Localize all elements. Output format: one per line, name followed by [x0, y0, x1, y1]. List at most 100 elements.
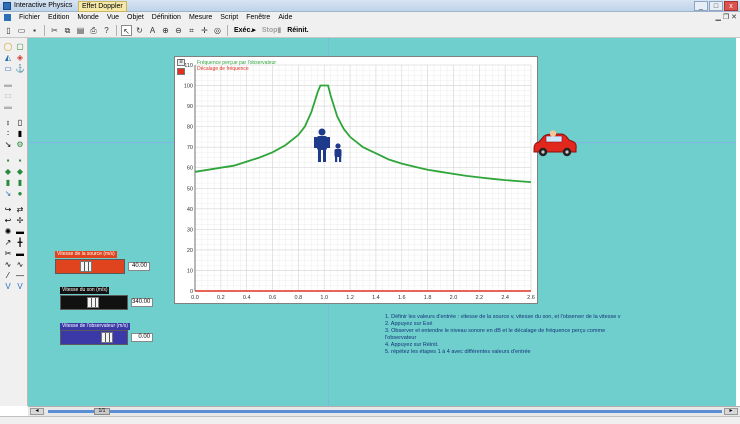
y-tick-label: 20 [187, 248, 193, 254]
run-button[interactable]: Exéc.▸ [232, 26, 258, 34]
actuator-tool-icon[interactable]: ▪ [15, 156, 25, 165]
rod-tool-icon[interactable]: ▮ [15, 178, 25, 187]
frame-scrollbar[interactable]: ◂ 1/1 ▸ [28, 406, 740, 416]
slot-tool-icon[interactable]: ▯ [15, 118, 25, 127]
gear-tool-icon[interactable]: ⚙ [15, 140, 25, 149]
pin-joint-icon[interactable]: ∶ [3, 129, 13, 138]
zoom-in-icon[interactable]: ⊕ [160, 25, 171, 36]
square-tool-icon[interactable]: ▢ [15, 42, 25, 51]
menu-edition[interactable]: Edition [44, 12, 73, 23]
doc-minimize-icon[interactable]: ▁ [715, 13, 720, 21]
slider-knob[interactable] [101, 332, 113, 343]
open-folder-icon[interactable]: ▭ [16, 25, 27, 36]
menu-fichier[interactable]: Fichier [15, 12, 44, 23]
source-speed-slider[interactable] [55, 259, 125, 274]
menu-control-icon[interactable]: ✂ [3, 249, 13, 258]
close-button[interactable]: x [724, 1, 738, 11]
meter-tool-icon[interactable]: ↩ [3, 216, 13, 225]
save-icon[interactable]: ▪ [29, 25, 40, 36]
line-tool-icon[interactable]: ⁄ [3, 271, 13, 280]
separator-tool-icon[interactable]: ↘ [3, 189, 13, 198]
x-tick-label: 1.8 [424, 295, 432, 301]
fit-view-icon[interactable]: ⌗ [186, 25, 197, 36]
toolbar-separator [227, 24, 228, 36]
dash-tool-icon[interactable]: — [15, 271, 25, 280]
slider-knob[interactable] [80, 261, 92, 272]
graph-close-icon[interactable] [177, 68, 185, 75]
instruction-line: 3. Observer et entendre le niveau sonore… [385, 328, 606, 334]
scroll-thumb[interactable]: 1/1 [94, 408, 110, 415]
curve-tool-icon[interactable]: ◈ [15, 53, 25, 62]
scroll-left-icon[interactable]: ◂ [30, 408, 44, 415]
menu-definition[interactable]: Définition [148, 12, 185, 23]
menu-fenetre[interactable]: Fenêtre [242, 12, 274, 23]
rectangle-tool-icon[interactable]: ▭ [3, 64, 13, 73]
input-tool-icon[interactable]: ╋ [15, 238, 25, 247]
force-tool-icon[interactable]: ↪ [3, 205, 13, 214]
minimize-button[interactable]: _ [694, 1, 708, 11]
cut-icon[interactable]: ✂ [49, 25, 60, 36]
stop-button[interactable]: Stop▮ [260, 26, 283, 34]
spring-tool-icon[interactable]: ◆ [3, 167, 13, 176]
scroll-track[interactable] [48, 410, 722, 413]
sound-speed-value[interactable]: 340.00 [131, 298, 153, 307]
wave-tool-2-icon[interactable]: ∿ [15, 260, 25, 269]
keyed-joint-icon[interactable]: ▮ [15, 129, 25, 138]
new-file-icon[interactable]: ▯ [3, 25, 14, 36]
doc-close-icon[interactable]: ✕ [731, 13, 737, 21]
circle-tool-icon[interactable]: ◯ [3, 42, 13, 51]
simulation-canvas[interactable]: 0.0 0.2 0.4 0.6 0.8 1.0 1.2 1.4 1.6 1.8 2.0 2.2 2.4 2… [28, 38, 736, 406]
rotate-tool-icon[interactable]: ↻ [134, 25, 145, 36]
y-tick-label: 0 [190, 289, 193, 295]
menu-objet[interactable]: Objet [123, 12, 148, 23]
slider-knob[interactable] [87, 297, 99, 308]
v-tool-icon[interactable]: V [3, 282, 13, 291]
rope-tool-icon[interactable]: ↘ [3, 140, 13, 149]
polygon-tool-icon[interactable]: ◭ [3, 53, 13, 62]
paste-icon[interactable]: ▤ [75, 25, 86, 36]
v-tool-2-icon[interactable]: V [15, 282, 25, 291]
torque-tool-icon[interactable]: ⇄ [15, 205, 25, 214]
motor-tool-icon[interactable]: ▪ [3, 156, 13, 165]
menu-script[interactable]: Script [216, 12, 242, 23]
vector-tool-icon[interactable]: ✢ [15, 216, 25, 225]
damper-tool-icon[interactable]: ◆ [15, 167, 25, 176]
y-tick-label: 90 [187, 104, 193, 110]
text-tool-icon[interactable]: A [147, 25, 158, 36]
observer-figure[interactable] [314, 128, 346, 164]
help-icon[interactable]: ? [101, 25, 112, 36]
disabled-tool-icon: ▬ [4, 80, 12, 89]
crosshair-icon[interactable]: ✛ [199, 25, 210, 36]
source-speed-value[interactable]: 40.00 [128, 262, 150, 271]
arrow-tool-icon[interactable]: ↖ [121, 24, 132, 36]
doc-restore-icon[interactable]: ❐ [723, 13, 729, 21]
menu-aide[interactable]: Aide [274, 12, 296, 23]
car-source-icon[interactable] [532, 130, 578, 158]
scroll-right-icon[interactable]: ▸ [724, 408, 738, 415]
observer-speed-value[interactable]: 0.00 [131, 333, 153, 342]
copy-icon[interactable]: ⧉ [62, 25, 73, 36]
document-icon[interactable] [4, 14, 11, 21]
text-control-icon[interactable]: ▬ [15, 249, 25, 258]
graph-menu-icon[interactable]: ≡ [177, 59, 185, 66]
zoom-out-icon[interactable]: ⊖ [173, 25, 184, 36]
reset-button[interactable]: Réinit. [285, 27, 310, 34]
sound-speed-slider[interactable] [60, 295, 128, 310]
pulley-tool-icon[interactable]: ▮ [3, 178, 13, 187]
track-icon[interactable]: ◎ [212, 25, 223, 36]
joint-tool-icon[interactable]: ● [15, 189, 25, 198]
slider-tool-icon[interactable]: ↗ [3, 238, 13, 247]
maximize-button[interactable]: □ [709, 1, 723, 11]
wave-tool-icon[interactable]: ∿ [3, 260, 13, 269]
button-tool-icon[interactable]: ▬ [15, 227, 25, 236]
observer-speed-label: Vitesse de l'observateur (m/s) [60, 323, 130, 330]
control-tool-icon[interactable]: ✺ [3, 227, 13, 236]
anchor-tool-icon[interactable]: ⚓ [15, 64, 25, 73]
print-icon[interactable]: ⎙ [88, 25, 99, 36]
frequency-graph[interactable]: 0.0 0.2 0.4 0.6 0.8 1.0 1.2 1.4 1.6 1.8 2.0 2.2 2.4 2… [174, 56, 538, 304]
point-tool-icon[interactable]: ⦂ [3, 118, 13, 127]
menu-vue[interactable]: Vue [103, 12, 123, 23]
menu-mesure[interactable]: Mesure [185, 12, 216, 23]
menu-monde[interactable]: Monde [73, 12, 102, 23]
observer-speed-slider[interactable] [60, 330, 128, 345]
